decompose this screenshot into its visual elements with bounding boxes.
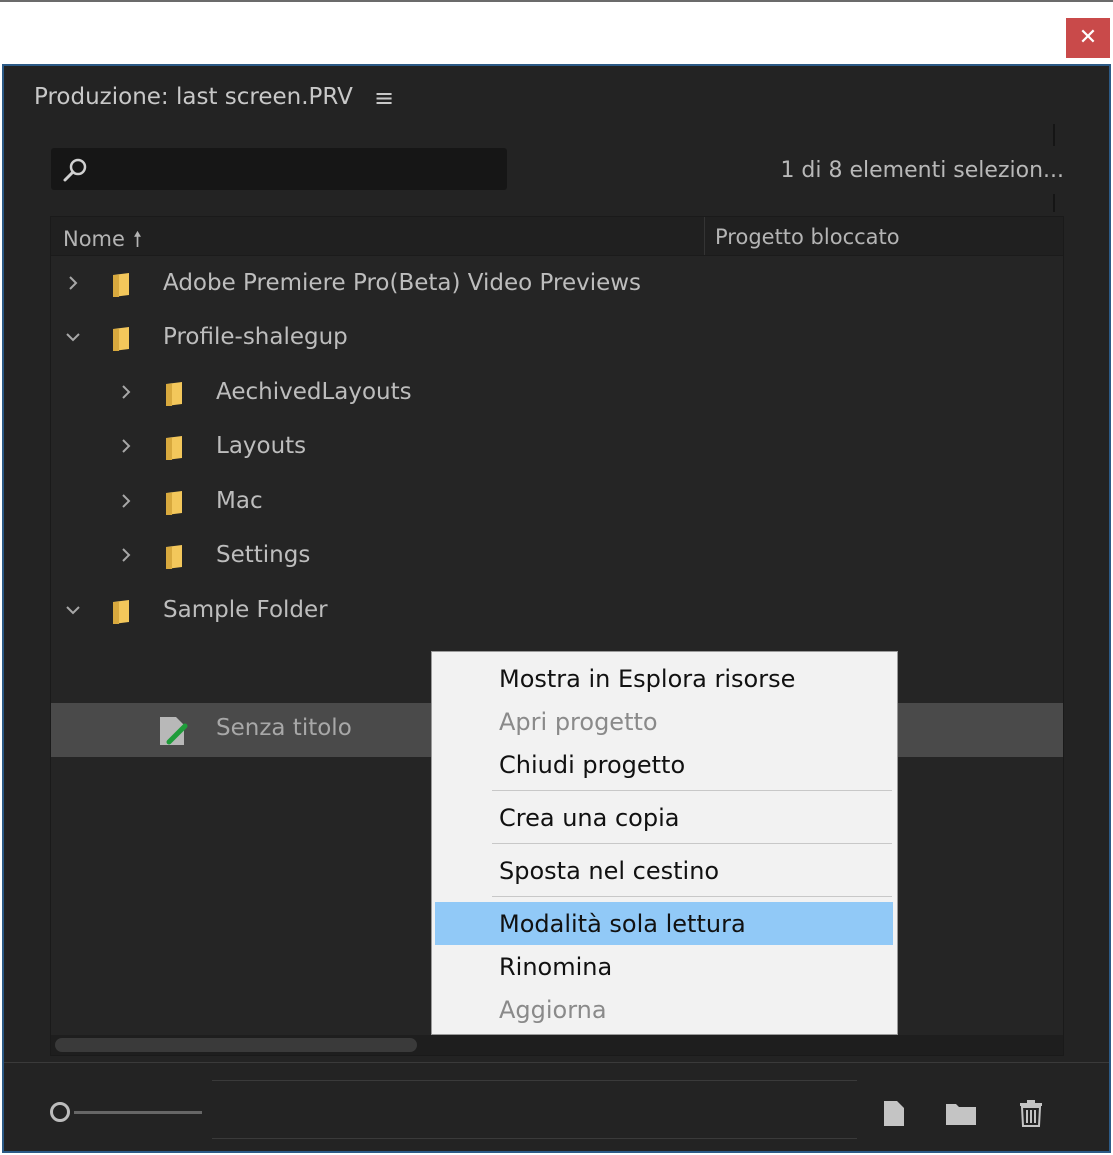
list-item-label: Profile-shalegup [163,324,348,350]
divider [1053,124,1055,146]
menu-item-label: Mostra in Esplora risorse [499,665,796,693]
close-button[interactable]: ✕ [1066,18,1110,58]
chevron-right-icon[interactable] [116,436,136,456]
list-item-label: AechivedLayouts [216,379,412,405]
search-input[interactable] [51,148,507,190]
list-item-label: Sample Folder [163,597,328,623]
menu-item-label: Crea una copia [499,804,680,832]
new-item-icon[interactable] [879,1098,909,1128]
list-item[interactable]: Profile-shalegup [51,312,1063,366]
menu-separator [492,896,892,897]
chevron-down-icon[interactable] [63,600,83,620]
menu-separator [492,790,892,791]
panel-title: Produzione: last screen.PRV [34,84,353,110]
list-item[interactable]: Mac [51,476,1063,530]
list-item-label: Adobe Premiere Pro(Beta) Video Previews [163,270,642,296]
column-name-label: Nome [63,227,125,251]
menu-item-label: Apri progetto [499,708,658,736]
sort-arrow-icon: 🠕 [132,227,142,251]
search-icon [63,158,87,182]
divider [212,1138,857,1139]
divider [1053,194,1055,212]
list-item[interactable]: Sample Folder [51,585,1063,639]
folder-icon [166,436,182,460]
horizontal-scrollbar[interactable] [51,1035,1063,1055]
chevron-right-icon[interactable] [116,491,136,511]
column-divider[interactable] [704,217,705,255]
folder-icon [166,491,182,515]
menu-item-open-project[interactable]: Apri progetto [435,700,893,743]
column-header-locked[interactable]: Progetto bloccato [715,225,900,249]
list-header: Nome 🠕 Progetto bloccato [51,217,1063,256]
list-item-label: Mac [216,488,263,514]
scrollbar-thumb[interactable] [55,1038,417,1052]
new-folder-icon[interactable] [944,1098,978,1128]
menu-separator [492,843,892,844]
menu-item-label: Sposta nel cestino [499,857,720,885]
context-menu: Mostra in Esplora risorse Apri progetto … [431,651,898,1035]
trash-icon[interactable] [1016,1098,1046,1128]
list-item[interactable]: AechivedLayouts [51,367,1063,421]
menu-item-refresh[interactable]: Aggiorna [435,988,893,1031]
menu-item-label: Aggiorna [499,996,607,1024]
folder-icon [166,382,182,406]
project-file-icon [160,717,188,745]
menu-item-label: Chiudi progetto [499,751,686,779]
panel-menu-icon[interactable]: ≡ [374,84,394,112]
chevron-right-icon[interactable] [116,382,136,402]
menu-item-label: Rinomina [499,953,613,981]
chevron-right-icon[interactable] [63,273,83,293]
window-titlebar: ✕ [0,0,1113,62]
menu-item-read-only-mode[interactable]: Modalità sola lettura [435,902,893,945]
menu-item-label: Modalità sola lettura [499,910,746,938]
folder-icon [166,545,182,569]
folder-icon [113,273,129,297]
list-item-label: Senza titolo [216,715,352,741]
menu-item-make-copy[interactable]: Crea una copia [435,796,893,839]
folder-icon [113,327,129,351]
selection-status: 1 di 8 elementi selezion... [780,158,1064,183]
chevron-down-icon[interactable] [63,327,83,347]
menu-item-close-project[interactable]: Chiudi progetto [435,743,893,786]
zoom-slider-handle[interactable] [50,1102,70,1122]
list-item-label: Settings [216,542,311,568]
list-item[interactable]: Layouts [51,421,1063,475]
list-item[interactable]: Settings [51,530,1063,584]
zoom-slider[interactable] [74,1111,202,1114]
divider [4,1062,1109,1063]
list-item[interactable]: Adobe Premiere Pro(Beta) Video Previews [51,258,1063,312]
menu-item-rename[interactable]: Rinomina [435,945,893,988]
list-item-label: Layouts [216,433,307,459]
menu-item-show-in-explorer[interactable]: Mostra in Esplora risorse [435,657,893,700]
folder-icon [113,600,129,624]
menu-item-move-to-trash[interactable]: Sposta nel cestino [435,849,893,892]
column-header-name[interactable]: Nome 🠕 [63,225,142,260]
divider [212,1080,857,1081]
chevron-right-icon[interactable] [116,545,136,565]
